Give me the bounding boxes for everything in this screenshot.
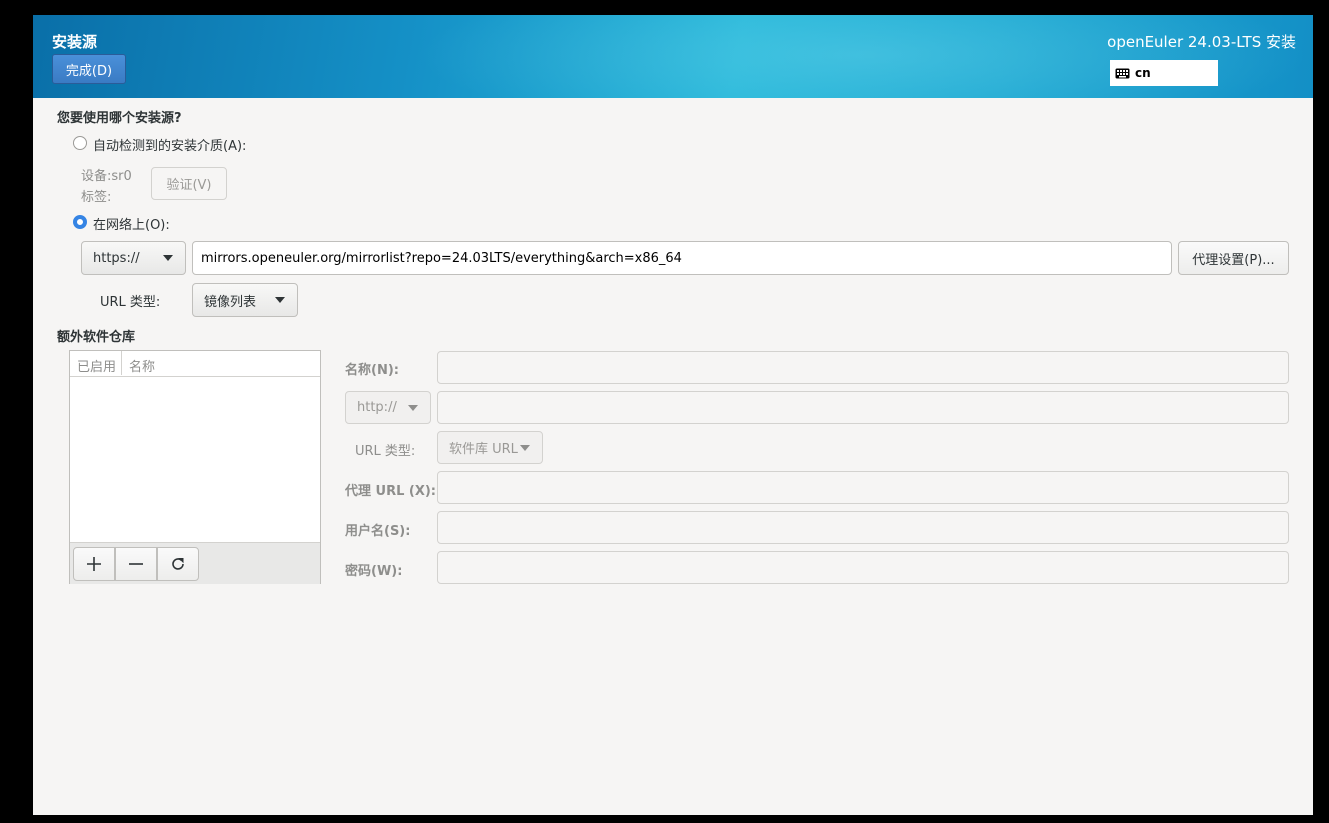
refresh-icon (172, 558, 184, 570)
column-name[interactable]: 名称 (129, 356, 155, 375)
chevron-down-icon (163, 255, 173, 261)
keyboard-icon (1115, 68, 1130, 78)
add-repo-button[interactable] (73, 547, 115, 581)
source-url-input[interactable]: mirrors.openeuler.org/mirrorlist?repo=24… (192, 241, 1172, 275)
repo-url-type-label: URL 类型: (355, 444, 416, 459)
repo-list-toolbar (70, 542, 320, 584)
extra-repos-title: 额外软件仓库 (57, 330, 136, 345)
installer-window: 安装源 完成(D) openEuler 24.03-LTS 安装 cn 您要使用… (33, 15, 1313, 815)
done-button[interactable]: 完成(D) (52, 54, 126, 84)
header-bar: 安装源 完成(D) openEuler 24.03-LTS 安装 cn (33, 15, 1313, 98)
repo-protocol-dropdown[interactable]: http:// (345, 391, 431, 424)
proxy-settings-button[interactable]: 代理设置(P)... (1178, 241, 1289, 275)
keyboard-layout-label: cn (1135, 66, 1151, 80)
repo-name-label: 名称(N): (345, 363, 399, 378)
url-type-label: URL 类型: (100, 295, 161, 310)
device-label: 设备:sr0 (81, 165, 132, 184)
repo-protocol-value: http:// (357, 400, 397, 415)
url-type-value: 镜像列表 (204, 294, 257, 310)
device-label-text: 设备: (81, 169, 112, 184)
repo-proxy-url-label: 代理 URL (X): (345, 484, 437, 499)
refresh-repo-button[interactable] (157, 547, 199, 581)
repo-password-label: 密码(W): (345, 564, 403, 579)
repo-url-type-dropdown[interactable]: 软件库 URL (437, 431, 543, 464)
protocol-dropdown[interactable]: https:// (81, 241, 186, 275)
auto-detect-radio[interactable] (73, 136, 87, 150)
repo-name-input[interactable] (437, 351, 1289, 384)
auto-detect-label[interactable]: 自动检测到的安装介质(A): (93, 135, 246, 154)
chevron-down-icon (520, 444, 530, 451)
tag-label: 标签: (81, 190, 112, 205)
repo-username-label: 用户名(S): (345, 524, 411, 539)
protocol-value: https:// (93, 250, 140, 266)
remove-repo-button[interactable] (115, 547, 157, 581)
repo-list-header: 已启用 名称 (70, 351, 320, 377)
repo-list[interactable]: 已启用 名称 (69, 350, 321, 584)
repo-proxy-url-input[interactable] (437, 471, 1289, 504)
network-radio[interactable] (73, 215, 87, 229)
url-type-dropdown[interactable]: 镜像列表 (192, 283, 298, 317)
chevron-down-icon (275, 297, 285, 303)
plus-icon (87, 557, 101, 571)
keyboard-layout-indicator[interactable]: cn (1110, 60, 1218, 86)
repo-url-type-value: 软件库 URL (449, 442, 518, 457)
page-title: 安装源 (52, 33, 98, 51)
verify-button[interactable]: 验证(V) (151, 167, 227, 200)
network-label[interactable]: 在网络上(O): (93, 214, 170, 233)
column-enabled[interactable]: 已启用 (77, 356, 116, 375)
product-title: openEuler 24.03-LTS 安装 (1107, 33, 1296, 51)
repo-url-input[interactable] (437, 391, 1289, 424)
source-question: 您要使用哪个安装源? (57, 111, 182, 126)
device-value: sr0 (111, 169, 132, 184)
repo-password-input[interactable] (437, 551, 1289, 584)
repo-username-input[interactable] (437, 511, 1289, 544)
column-divider (121, 351, 122, 375)
minus-icon (129, 563, 143, 565)
chevron-down-icon (408, 404, 418, 411)
